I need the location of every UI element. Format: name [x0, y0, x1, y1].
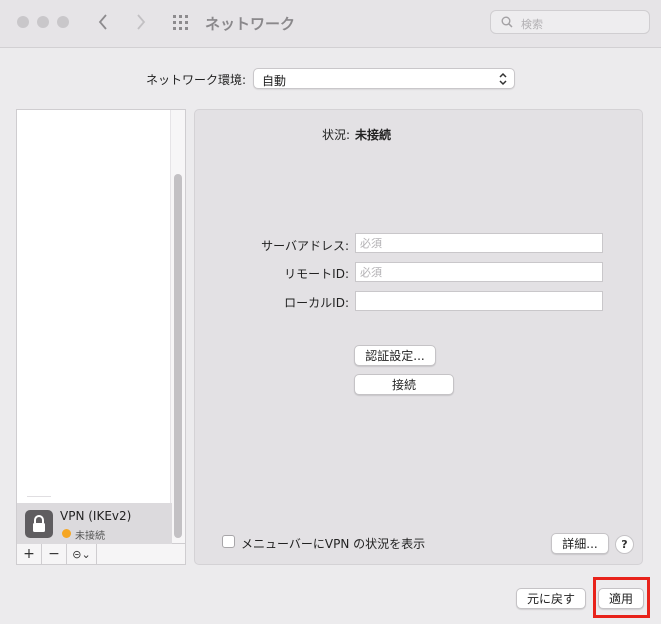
- service-list-scrollbar[interactable]: [170, 110, 185, 543]
- show-all-grid-icon[interactable]: [172, 14, 190, 32]
- back-button[interactable]: [92, 11, 114, 33]
- forward-button[interactable]: [130, 11, 152, 33]
- apply-button-highlight: [593, 577, 650, 618]
- revert-button[interactable]: 元に戻す: [516, 588, 586, 609]
- zoom-window-button[interactable]: [57, 16, 69, 28]
- detail-panel: [194, 109, 643, 565]
- scrollbar-thumb[interactable]: [174, 174, 182, 538]
- local-id-label: ローカルID:: [284, 296, 349, 310]
- remote-id-label: リモートID:: [284, 267, 349, 281]
- search-icon: [501, 16, 513, 28]
- service-status: 未接続: [75, 531, 105, 542]
- local-id-field[interactable]: [355, 291, 603, 311]
- show-vpn-status-label: メニューバーにVPN の状況を表示: [241, 537, 426, 551]
- minimize-window-button[interactable]: [37, 16, 49, 28]
- chevron-right-icon: [137, 14, 146, 30]
- search-placeholder: 検索: [521, 18, 543, 31]
- advanced-button[interactable]: 詳細...: [551, 533, 609, 554]
- status-value: 未接続: [355, 128, 392, 142]
- help-button[interactable]: ?: [615, 535, 634, 554]
- titlebar: ネットワーク 検索: [0, 0, 661, 48]
- window-title: ネットワーク: [205, 15, 296, 33]
- status-label: 状況:: [322, 128, 351, 142]
- show-vpn-status-checkbox[interactable]: [222, 535, 235, 548]
- server-address-label: サーバアドレス:: [261, 239, 349, 253]
- add-service-button[interactable]: +: [17, 544, 42, 564]
- service-item-vpn[interactable]: VPN (IKEv2) 未接続: [17, 503, 172, 544]
- chevron-left-icon: [98, 14, 107, 30]
- action-menu-button[interactable]: ⊝⌄: [67, 544, 97, 564]
- location-value: 自動: [262, 74, 287, 88]
- service-divider: [27, 496, 51, 497]
- close-window-button[interactable]: [17, 16, 29, 28]
- service-name: VPN (IKEv2): [60, 509, 132, 523]
- service-list[interactable]: VPN (IKEv2) 未接続: [16, 109, 186, 544]
- up-down-chevron-icon: [499, 72, 507, 86]
- service-list-toolbar: + − ⊝⌄: [16, 544, 186, 565]
- remote-id-field[interactable]: [355, 262, 603, 282]
- remove-service-button[interactable]: −: [42, 544, 67, 564]
- server-address-field[interactable]: [355, 233, 603, 253]
- connect-button[interactable]: 接続: [354, 374, 454, 395]
- lock-icon: [25, 510, 53, 538]
- auth-settings-button[interactable]: 認証設定...: [354, 345, 436, 366]
- search-field[interactable]: 検索: [490, 10, 650, 34]
- location-select[interactable]: 自動: [253, 68, 515, 89]
- location-label: ネットワーク環境:: [146, 73, 247, 87]
- status-dot-icon: [62, 529, 71, 538]
